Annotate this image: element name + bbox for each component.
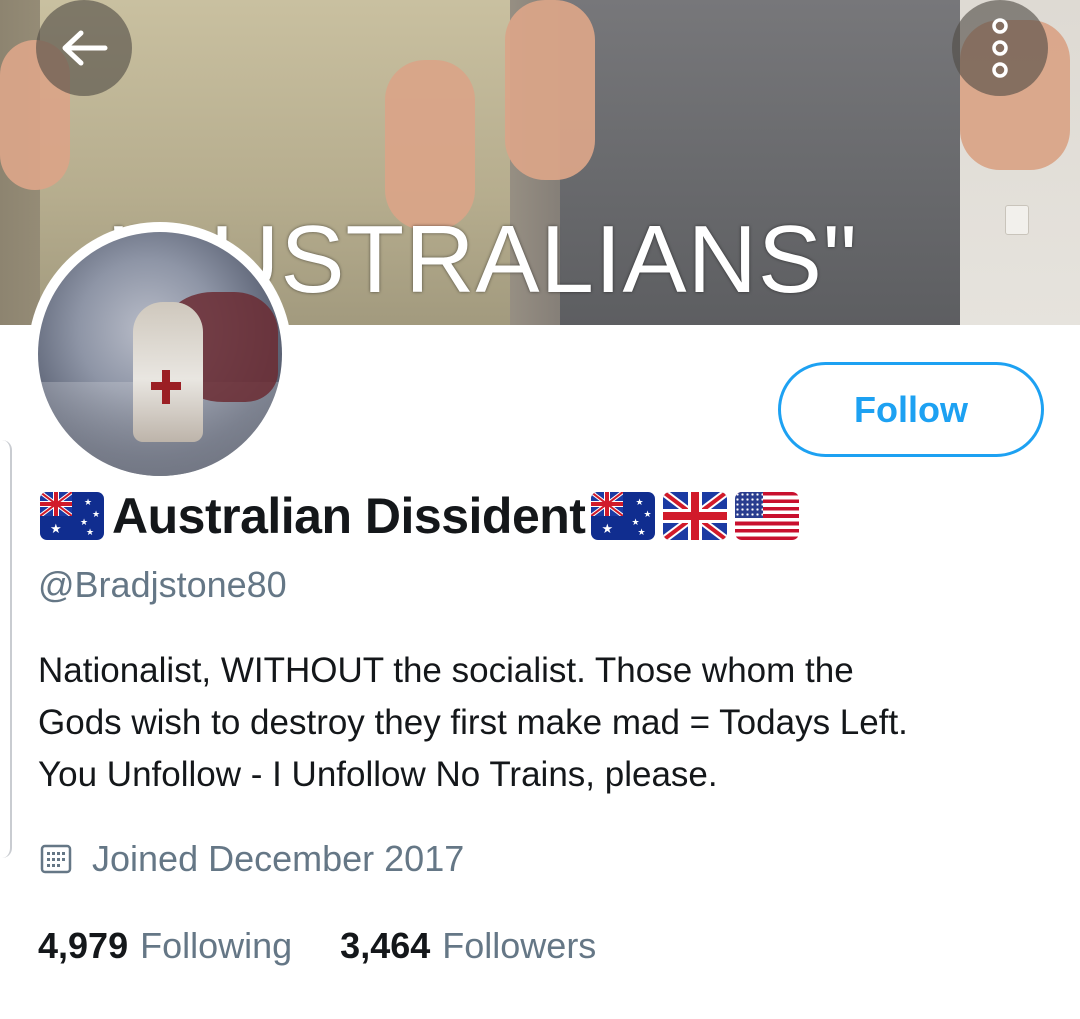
- flag-united-kingdom-icon: [663, 492, 728, 540]
- followers-count: 3,464: [340, 925, 431, 966]
- back-button[interactable]: [36, 0, 132, 96]
- following-stat[interactable]: 4,979 Following: [38, 925, 292, 967]
- followers-stat[interactable]: 3,464 Followers: [340, 925, 596, 967]
- following-label: Following: [140, 925, 293, 966]
- arrow-left-icon: [62, 30, 108, 66]
- display-name-row: ★ ★ ★ ★ ★ Australian Dissident ★ ★ ★ ★ ★: [40, 486, 807, 546]
- avatar-cross: [162, 370, 170, 404]
- avatar-image: [38, 232, 282, 476]
- follow-button[interactable]: Follow: [778, 362, 1044, 457]
- banner-hand: [505, 0, 595, 180]
- flag-australia-icon: ★ ★ ★ ★ ★: [40, 492, 104, 540]
- flag-united-states-icon: [735, 492, 800, 540]
- banner-outlet: [1005, 205, 1029, 235]
- display-name: Australian Dissident: [112, 488, 586, 544]
- followers-label: Followers: [442, 925, 597, 966]
- flag-australia-icon: ★ ★ ★ ★ ★: [591, 492, 656, 540]
- profile-handle: @Bradjstone80: [38, 564, 287, 605]
- profile-stats: 4,979 Following 3,464 Followers: [38, 925, 644, 967]
- joined-date: Joined December 2017: [38, 838, 464, 880]
- banner-hand: [385, 60, 475, 230]
- more-options-button[interactable]: [952, 0, 1048, 96]
- profile-bio: Nationalist, WITHOUT the socialist. Thos…: [38, 651, 908, 794]
- more-vertical-icon: [992, 18, 1008, 78]
- joined-text: Joined December 2017: [92, 838, 465, 879]
- calendar-icon: [40, 844, 72, 874]
- profile-avatar[interactable]: [28, 222, 292, 486]
- following-count: 4,979: [38, 925, 129, 966]
- left-edge-handle: [0, 440, 12, 858]
